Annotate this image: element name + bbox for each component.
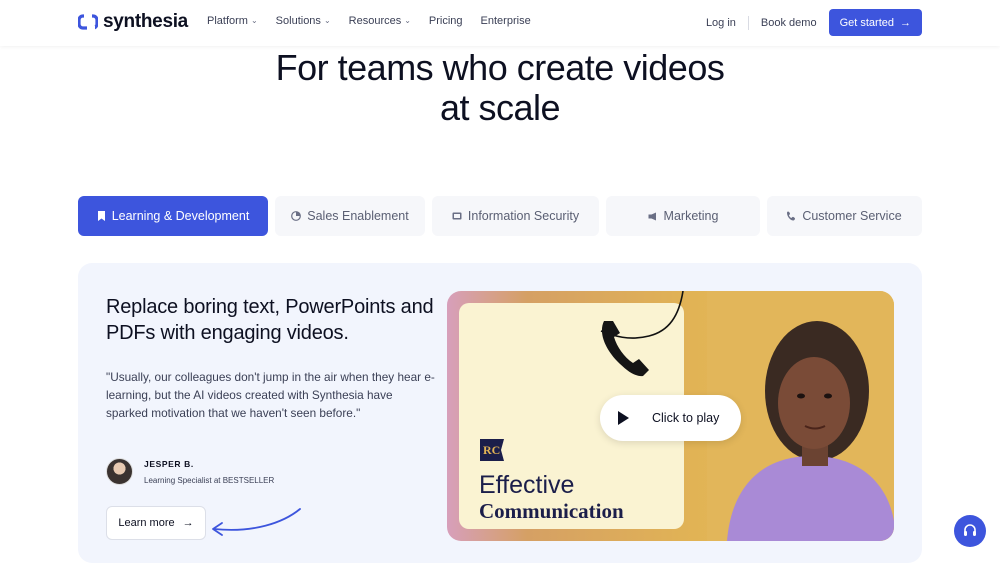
book-demo-link[interactable]: Book demo xyxy=(749,17,829,29)
tab-label: Marketing xyxy=(663,209,719,223)
nav-link-label: Resources xyxy=(348,15,402,27)
get-started-button[interactable]: Get started → xyxy=(828,9,922,36)
synthesia-logo-icon xyxy=(78,12,98,32)
nav-link-label: Platform xyxy=(207,15,248,27)
tab-sales-enablement[interactable]: Sales Enablement xyxy=(275,196,425,236)
nav-link-label: Pricing xyxy=(428,15,463,27)
panel-heading: Replace boring text, PowerPoints and PDF… xyxy=(106,296,434,344)
logo-text: synthesia xyxy=(103,11,188,32)
learn-more-button[interactable]: Learn more → xyxy=(106,506,206,540)
hero-title: For teams who create videos at scale xyxy=(0,48,1000,128)
get-started-label: Get started xyxy=(839,16,894,29)
tab-content-panel: Replace boring text, PowerPoints and PDF… xyxy=(78,263,922,563)
tab-customer-service[interactable]: Customer Service xyxy=(767,196,922,236)
tab-label: Learning & Development xyxy=(111,209,250,223)
bookmark-icon xyxy=(97,211,105,221)
avatar xyxy=(106,458,133,485)
synthesia-logo[interactable]: synthesia xyxy=(78,11,188,33)
support-chat-button[interactable] xyxy=(954,515,986,547)
author-name: JESPER B. xyxy=(144,458,194,469)
chevron-down-icon: ⌄ xyxy=(404,15,411,25)
rc-flag-badge: RC xyxy=(480,439,504,461)
chevron-down-icon: ⌄ xyxy=(250,15,258,25)
click-to-play-button[interactable]: Click to play xyxy=(600,395,741,441)
nav-links: Platform ⌄ Solutions ⌄ Resources ⌄ Pricing … xyxy=(207,15,531,27)
tab-information-security[interactable]: Information Security xyxy=(432,196,599,236)
tab-marketing[interactable]: Marketing xyxy=(606,196,760,236)
nav-link-enterprise[interactable]: Enterprise xyxy=(481,15,531,27)
monitor-icon xyxy=(452,212,462,219)
use-case-tabs: Learning & Development Sales Enablement … xyxy=(78,196,922,236)
telephone-handset-illustration xyxy=(600,291,684,377)
headset-icon xyxy=(964,524,976,536)
chevron-down-icon: ⌄ xyxy=(323,15,331,25)
svg-text:RC: RC xyxy=(483,443,500,457)
megaphone-icon xyxy=(648,212,656,220)
tab-label: Sales Enablement xyxy=(307,209,409,223)
card-title-line-2: Communication xyxy=(479,499,624,523)
nav-actions: Log in Book demo Get started → xyxy=(694,9,922,36)
author-role: Learning Specialist at BESTSELLER xyxy=(144,475,275,485)
play-label: Click to play xyxy=(652,411,720,425)
tab-label: Customer Service xyxy=(802,209,902,223)
hero-title-line-1: For teams who create videos xyxy=(275,47,725,88)
nav-link-platform[interactable]: Platform ⌄ xyxy=(207,15,258,27)
scribble-arrow-icon xyxy=(212,508,301,536)
tab-learning-development[interactable]: Learning & Development xyxy=(78,196,268,236)
tab-label: Information Security xyxy=(467,209,580,223)
pie-chart-icon xyxy=(291,211,302,221)
arrow-right-icon: → xyxy=(900,16,911,29)
arrow-right-icon: → xyxy=(182,517,194,529)
testimonial-quote: "Usually, our colleagues don't jump in t… xyxy=(106,370,435,420)
phone-icon xyxy=(787,211,796,221)
play-icon xyxy=(606,401,640,435)
testimonial-author: JESPER B. Learning Specialist at BESTSEL… xyxy=(106,458,274,485)
nav-link-label: Enterprise xyxy=(480,15,531,27)
learn-more-label: Learn more xyxy=(118,517,175,529)
nav-link-label: Solutions xyxy=(275,15,321,27)
card-title-line-1: Effective xyxy=(479,471,575,499)
nav-link-solutions[interactable]: Solutions ⌄ xyxy=(276,15,331,27)
nav-link-resources[interactable]: Resources ⌄ xyxy=(349,15,411,27)
nav-link-pricing[interactable]: Pricing xyxy=(429,15,463,27)
video-player[interactable]: RC Effective Communication Click to play xyxy=(447,291,894,541)
top-navbar: synthesia Platform ⌄ Solutions ⌄ Resources… xyxy=(0,0,1000,46)
login-link[interactable]: Log in xyxy=(694,17,748,29)
hero-title-line-2: at scale xyxy=(439,87,561,128)
